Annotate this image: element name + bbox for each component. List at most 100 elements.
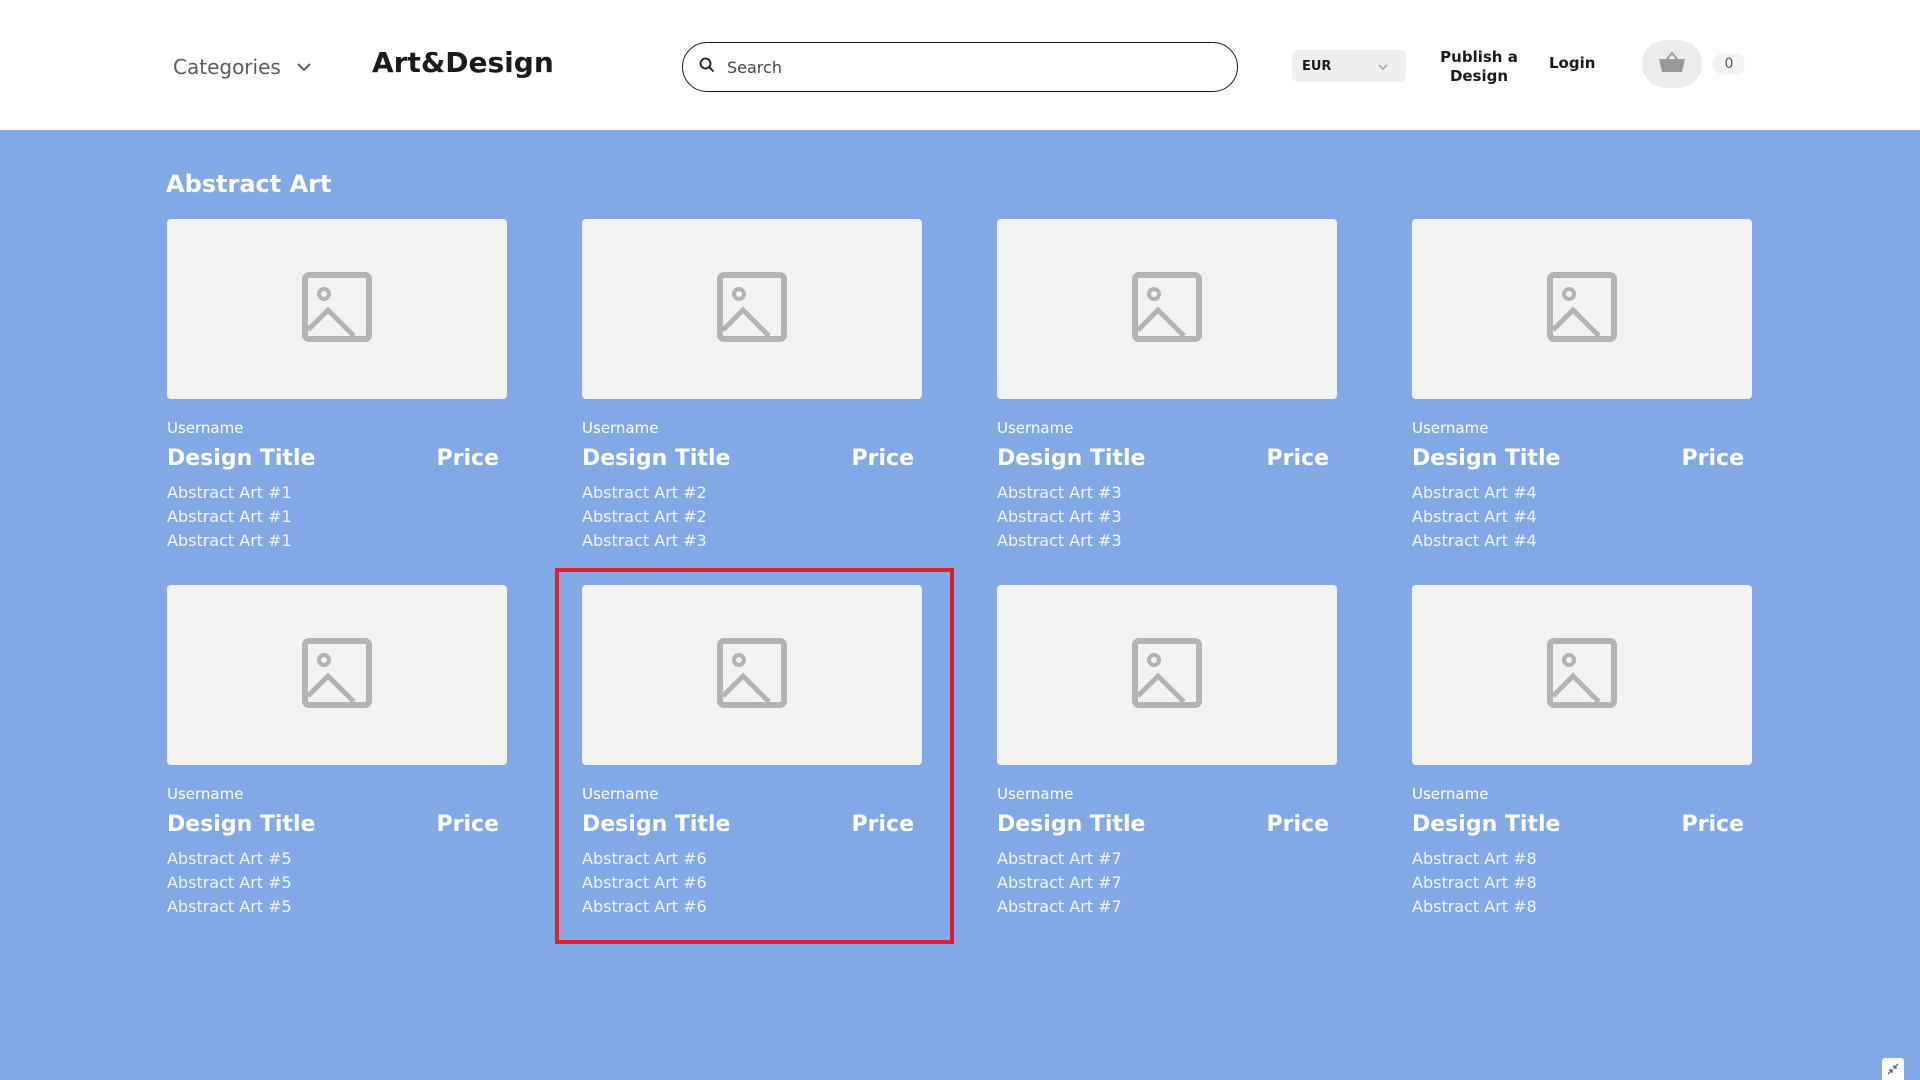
header: Categories Art&Design EUR Publish a Desi… [0, 0, 1920, 130]
card-title[interactable]: Design Title [167, 446, 315, 471]
image-placeholder-icon [1132, 638, 1202, 712]
image-placeholder-icon [302, 272, 372, 346]
search-bar[interactable] [682, 42, 1238, 92]
card-username[interactable]: Username [582, 784, 922, 804]
login-link[interactable]: Login [1549, 54, 1595, 72]
design-thumbnail[interactable] [167, 219, 507, 399]
card-description-line: Abstract Art #3 [997, 483, 1122, 502]
card-description-line: Abstract Art #5 [167, 897, 292, 916]
card-description-line: Abstract Art #1 [167, 483, 292, 502]
card-username[interactable]: Username [1412, 418, 1752, 438]
collapse-icon[interactable] [1882, 1058, 1904, 1080]
design-card[interactable]: Username Design Title Price Abstract Art #8… [1412, 585, 1752, 916]
card-description-line: Abstract Art #6 [582, 897, 707, 916]
section-title: Abstract Art [166, 170, 332, 198]
card-description-line: Abstract Art #8 [1412, 849, 1537, 868]
image-placeholder-icon [1547, 638, 1617, 712]
design-card[interactable]: Username Design Title Price Abstract Art #4… [1412, 219, 1752, 550]
card-description-line: Abstract Art #2 [582, 507, 707, 526]
card-description-line: Abstract Art #8 [1412, 897, 1537, 916]
card-description-line: Abstract Art #7 [997, 849, 1122, 868]
card-title[interactable]: Design Title [1412, 812, 1560, 837]
card-title[interactable]: Design Title [582, 446, 730, 471]
card-price: Price [1681, 446, 1744, 471]
card-title[interactable]: Design Title [167, 812, 315, 837]
design-card[interactable]: Username Design Title Price Abstract Art #2… [582, 219, 922, 550]
card-description: Abstract Art #4 Abstract Art #4 Abstract A… [1412, 481, 1752, 553]
brand-logo[interactable]: Art&Design [372, 46, 554, 79]
card-description: Abstract Art #5 Abstract Art #5 Abstract A… [167, 847, 507, 919]
card-description-line: Abstract Art #6 [582, 873, 707, 892]
card-description-line: Abstract Art #6 [582, 849, 707, 868]
card-title[interactable]: Design Title [997, 812, 1145, 837]
image-placeholder-icon [302, 638, 372, 712]
design-card[interactable]: Username Design Title Price Abstract Art #6… [555, 568, 954, 944]
card-description: Abstract Art #6 Abstract Art #6 Abstract A… [582, 847, 922, 919]
design-thumbnail[interactable] [997, 219, 1337, 399]
card-description-line: Abstract Art #7 [997, 897, 1122, 916]
design-thumbnail[interactable] [167, 585, 507, 765]
card-price: Price [851, 812, 914, 837]
chevron-down-icon [297, 62, 311, 72]
card-description: Abstract Art #3 Abstract Art #3 Abstract A… [997, 481, 1337, 553]
currency-select[interactable]: EUR [1292, 50, 1406, 82]
card-description-line: Abstract Art #3 [582, 531, 707, 550]
design-thumbnail[interactable] [1412, 219, 1752, 399]
design-grid: Username Design Title Price Abstract Art #1… [167, 219, 1752, 944]
card-description-line: Abstract Art #4 [1412, 483, 1537, 502]
card-price: Price [436, 812, 499, 837]
cart-count-badge: 0 [1713, 53, 1745, 75]
design-thumbnail[interactable] [1412, 585, 1752, 765]
card-username[interactable]: Username [582, 418, 922, 438]
image-placeholder-icon [717, 272, 787, 346]
design-thumbnail[interactable] [997, 585, 1337, 765]
card-description-line: Abstract Art #1 [167, 507, 292, 526]
card-description-line: Abstract Art #4 [1412, 531, 1537, 550]
card-title[interactable]: Design Title [997, 446, 1145, 471]
currency-value: EUR [1302, 58, 1332, 74]
card-description-line: Abstract Art #3 [997, 531, 1122, 550]
image-placeholder-icon [1547, 272, 1617, 346]
design-card[interactable]: Username Design Title Price Abstract Art #3… [997, 219, 1337, 550]
design-thumbnail[interactable] [582, 585, 922, 765]
card-price: Price [1266, 446, 1329, 471]
card-description-line: Abstract Art #3 [997, 507, 1122, 526]
basket-icon [1658, 51, 1686, 77]
publish-design-link[interactable]: Publish a Design [1438, 48, 1520, 86]
design-thumbnail[interactable] [582, 219, 922, 399]
chevron-down-icon [1378, 59, 1388, 74]
card-title[interactable]: Design Title [582, 812, 730, 837]
cart-button[interactable] [1642, 40, 1702, 88]
card-description-line: Abstract Art #8 [1412, 873, 1537, 892]
image-placeholder-icon [1132, 272, 1202, 346]
main-content: Abstract Art Username Design Title Price Ab… [0, 130, 1920, 1080]
card-username[interactable]: Username [167, 418, 507, 438]
card-title[interactable]: Design Title [1412, 446, 1560, 471]
card-description-line: Abstract Art #2 [582, 483, 707, 502]
card-description: Abstract Art #2 Abstract Art #2 Abstract A… [582, 481, 922, 553]
card-description-line: Abstract Art #5 [167, 849, 292, 868]
design-card[interactable]: Username Design Title Price Abstract Art #1… [167, 219, 507, 550]
card-price: Price [851, 446, 914, 471]
search-input[interactable] [727, 57, 1197, 77]
search-icon [699, 57, 715, 77]
card-description-line: Abstract Art #7 [997, 873, 1122, 892]
card-price: Price [436, 446, 499, 471]
design-card[interactable]: Username Design Title Price Abstract Art #7… [997, 585, 1337, 916]
card-price: Price [1266, 812, 1329, 837]
card-username[interactable]: Username [1412, 784, 1752, 804]
categories-dropdown[interactable]: Categories [173, 52, 311, 82]
design-card[interactable]: Username Design Title Price Abstract Art #5… [167, 585, 507, 916]
card-description-line: Abstract Art #4 [1412, 507, 1537, 526]
categories-label: Categories [173, 55, 281, 79]
card-username[interactable]: Username [167, 784, 507, 804]
card-description: Abstract Art #7 Abstract Art #7 Abstract A… [997, 847, 1337, 919]
card-description: Abstract Art #8 Abstract Art #8 Abstract A… [1412, 847, 1752, 919]
card-description: Abstract Art #1 Abstract Art #1 Abstract A… [167, 481, 507, 553]
card-username[interactable]: Username [997, 784, 1337, 804]
card-description-line: Abstract Art #5 [167, 873, 292, 892]
card-username[interactable]: Username [997, 418, 1337, 438]
image-placeholder-icon [717, 638, 787, 712]
card-price: Price [1681, 812, 1744, 837]
card-description-line: Abstract Art #1 [167, 531, 292, 550]
